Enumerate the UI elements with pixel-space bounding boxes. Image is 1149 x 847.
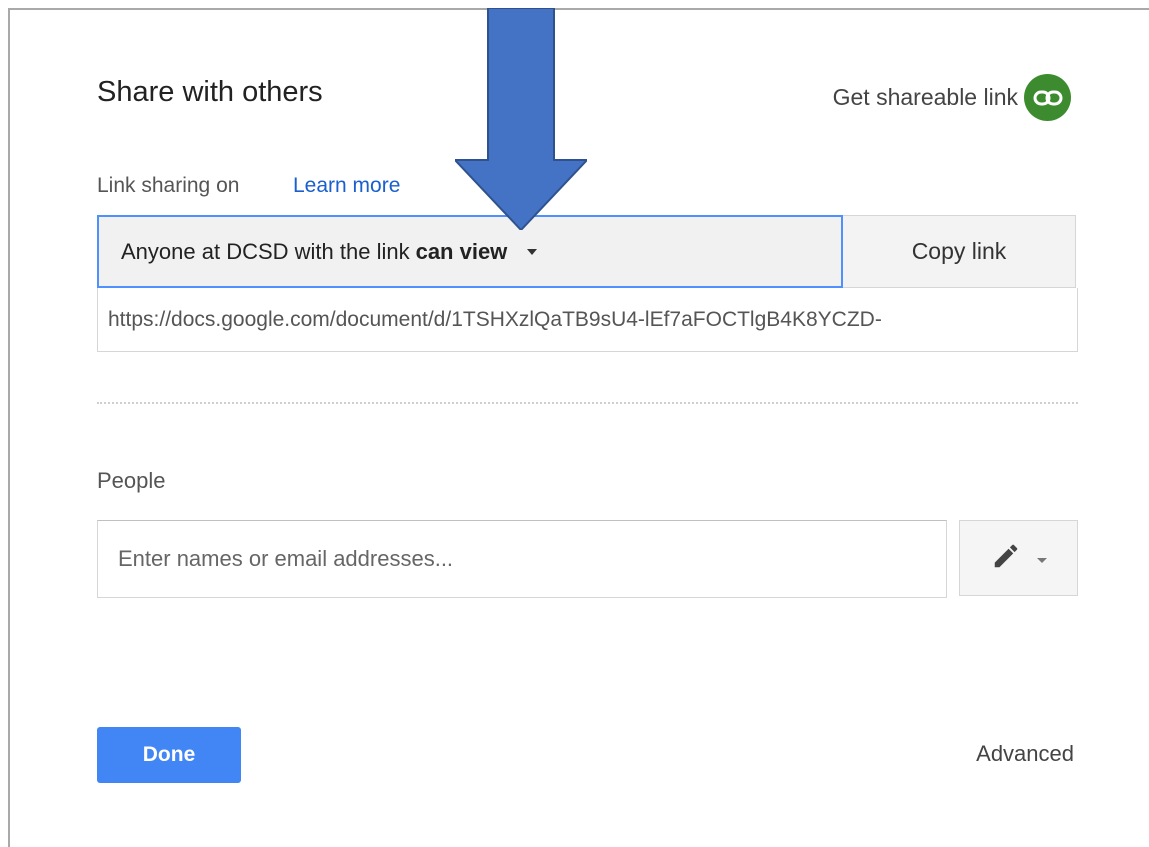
advanced-link[interactable]: Advanced	[976, 741, 1074, 767]
pencil-icon	[991, 541, 1021, 576]
done-button[interactable]: Done	[97, 727, 241, 783]
down-arrow-icon	[455, 8, 587, 230]
people-input[interactable]	[97, 520, 947, 598]
get-shareable-link-label: Get shareable link	[832, 84, 1018, 110]
get-shareable-link-button[interactable]: Get shareable link	[833, 74, 1071, 121]
caret-down-icon	[527, 248, 538, 255]
access-scope-text: Anyone at DCSD with the link	[121, 238, 410, 264]
permission-dropdown-button[interactable]	[959, 520, 1078, 596]
people-label: People	[97, 468, 166, 493]
dialog-title: Share with others	[97, 76, 323, 108]
share-url-field[interactable]: https://docs.google.com/document/d/1TSHX…	[97, 288, 1078, 352]
link-sharing-status: Link sharing on	[97, 174, 240, 197]
section-divider	[97, 402, 1078, 404]
page: Share with others Get shareable link Lin…	[0, 0, 1149, 847]
access-permission-text: can view	[415, 238, 508, 264]
caret-down-icon	[1036, 557, 1047, 563]
learn-more-link[interactable]: Learn more	[293, 174, 400, 198]
link-icon	[1024, 74, 1071, 121]
copy-link-button[interactable]: Copy link	[843, 215, 1076, 288]
